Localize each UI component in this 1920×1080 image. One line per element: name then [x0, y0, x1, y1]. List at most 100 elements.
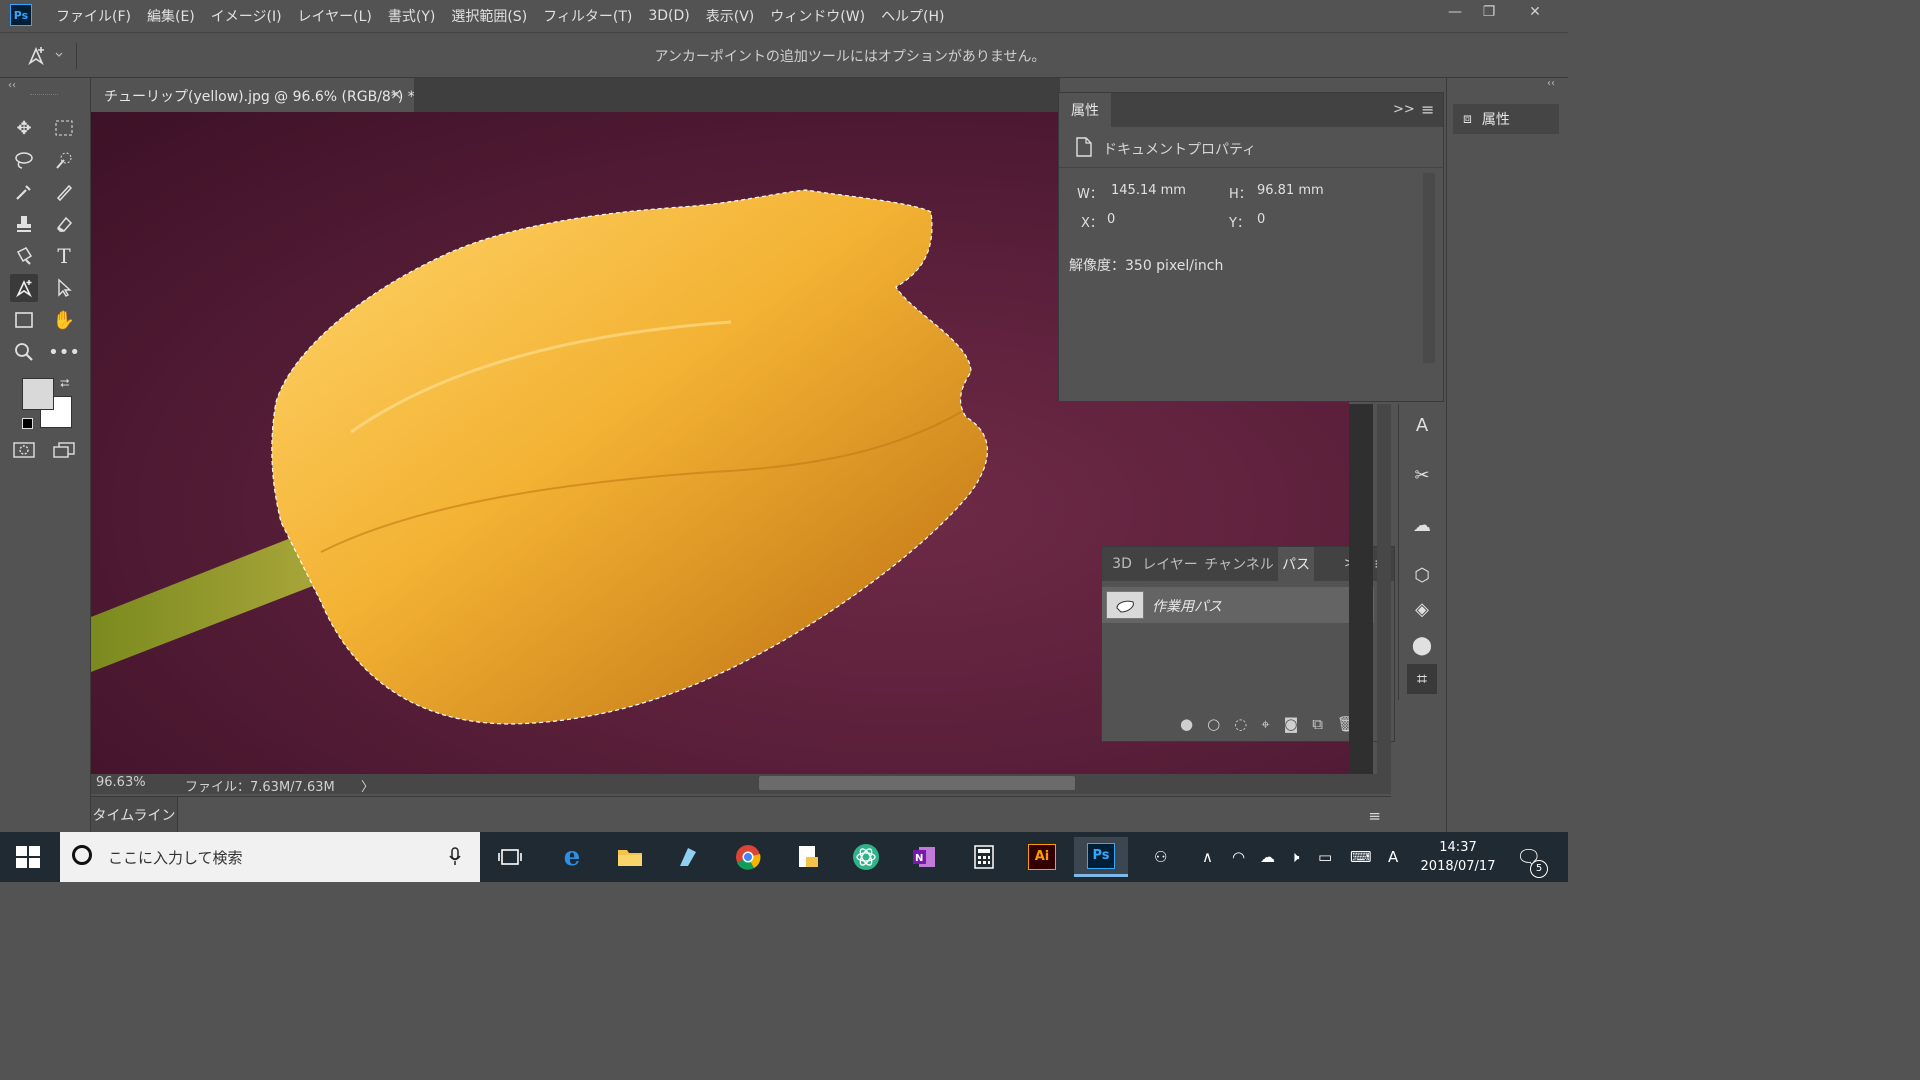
restore-button[interactable]: ❐ — [1472, 0, 1506, 26]
move-tool-icon[interactable]: ✥ — [10, 114, 38, 142]
edge-icon[interactable]: e — [548, 837, 596, 877]
character-panel-icon[interactable]: A — [1407, 410, 1437, 440]
photoshop-taskbar-icon[interactable]: Ps — [1074, 837, 1128, 877]
menu-type[interactable]: 書式(Y) — [380, 6, 443, 26]
keyboard-icon[interactable]: ⌨ — [1350, 832, 1372, 882]
path-name: 作業用パス — [1152, 599, 1222, 615]
menu-3d[interactable]: 3D(D) — [640, 8, 697, 24]
quick-selection-tool-icon[interactable] — [50, 146, 78, 174]
menu-view[interactable]: 表示(V) — [698, 6, 763, 26]
menu-select[interactable]: 選択範囲(S) — [443, 6, 535, 26]
width-value[interactable]: 145.14 mm — [1111, 183, 1186, 198]
type-tool-icon[interactable]: T — [50, 242, 78, 270]
eyedropper-tool-icon[interactable] — [10, 178, 38, 206]
new-path-icon[interactable]: ⧉ — [1312, 715, 1323, 733]
microphone-icon[interactable] — [448, 847, 462, 867]
height-value[interactable]: 96.81 mm — [1257, 183, 1324, 198]
menu-window[interactable]: ウィンドウ(W) — [762, 6, 873, 26]
load-selection-icon[interactable]: ◌ — [1234, 715, 1247, 733]
menu-filter[interactable]: フィルター(T) — [535, 6, 640, 26]
3d-panel-icon[interactable]: ⬡ — [1407, 560, 1437, 590]
quick-mask-icon[interactable] — [10, 436, 38, 464]
menu-help[interactable]: ヘルプ(H) — [873, 6, 952, 26]
minimize-button[interactable]: — — [1438, 0, 1472, 26]
path-selection-tool-icon[interactable] — [50, 274, 78, 302]
zoom-readout[interactable]: 96.63% — [96, 775, 146, 790]
atom-icon[interactable] — [842, 837, 890, 877]
tab-layers[interactable]: レイヤー — [1142, 547, 1198, 581]
show-hidden-icons[interactable]: ∧ — [1202, 832, 1213, 882]
vertical-scrollbar[interactable] — [1377, 404, 1391, 774]
horizontal-scrollbar-thumb[interactable] — [759, 776, 1075, 790]
tools-grip[interactable] — [30, 94, 58, 97]
default-colors-icon[interactable] — [22, 418, 33, 429]
collapse-tools-icon[interactable]: ‹‹ — [8, 80, 16, 91]
tab-3d[interactable]: 3D — [1106, 547, 1138, 581]
hand-tool-icon[interactable]: ✋ — [50, 306, 78, 334]
properties-dock-button[interactable]: ⧈ 属性 — [1453, 104, 1559, 134]
ime-indicator[interactable]: A — [1388, 832, 1398, 882]
close-button[interactable]: ✕ — [1518, 0, 1552, 26]
path-list-item[interactable]: 作業用パス — [1102, 587, 1374, 623]
network-icon[interactable]: ◠ — [1232, 832, 1245, 882]
paths-panel-icon[interactable]: ⌗ — [1407, 664, 1437, 694]
layers-panel-icon[interactable]: ◈ — [1407, 594, 1437, 624]
menu-layer[interactable]: レイヤー(L) — [290, 6, 380, 26]
menu-edit[interactable]: 編集(E) — [139, 6, 203, 26]
volume-muted-icon[interactable]: 🕨 — [1290, 832, 1299, 882]
collapsed-panel-column: ‹‹ ⧈ 属性 — [1446, 78, 1569, 834]
tool-presets-icon[interactable]: ✂ — [1407, 460, 1437, 490]
battery-icon[interactable]: ▭ — [1318, 832, 1332, 882]
properties-scrollbar[interactable] — [1423, 173, 1435, 363]
illustrator-icon[interactable]: Ai — [1018, 837, 1066, 877]
notes-app-icon[interactable] — [664, 837, 712, 877]
panel-menu-icon[interactable]: ≡ — [1421, 100, 1434, 119]
file-manager-icon[interactable] — [784, 837, 832, 877]
make-path-icon[interactable]: ⌖ — [1261, 715, 1269, 733]
menu-image[interactable]: イメージ(I) — [203, 6, 290, 26]
onedrive-icon[interactable]: ☁ — [1260, 832, 1275, 882]
taskbar-search[interactable]: ここに入力して検索 — [60, 832, 480, 882]
more-tools-icon[interactable]: ••• — [48, 338, 80, 366]
calculator-icon[interactable] — [960, 837, 1008, 877]
screen-mode-icon[interactable] — [50, 436, 78, 464]
stamp-tool-icon[interactable] — [10, 210, 38, 238]
foreground-color-swatch[interactable] — [22, 378, 54, 410]
x-value[interactable]: 0 — [1107, 212, 1115, 227]
onenote-icon[interactable]: N — [900, 837, 948, 877]
action-center-icon[interactable]: 🗨 5 — [1516, 832, 1548, 882]
expand-panel-icon[interactable]: >> — [1393, 102, 1415, 117]
properties-panel: 属性 >> ≡ ドキュメントプロパティ W： 145.14 mm H： 96.8… — [1058, 92, 1444, 402]
tab-paths[interactable]: パス — [1278, 547, 1314, 581]
expand-dock-icon[interactable]: ‹‹ — [1547, 78, 1555, 89]
marquee-tool-icon[interactable] — [50, 114, 78, 142]
y-value[interactable]: 0 — [1257, 212, 1265, 227]
file-explorer-icon[interactable] — [606, 837, 654, 877]
swap-colors-icon[interactable]: ⮂ — [60, 376, 70, 391]
taskbar-clock[interactable]: 14:37 2018/07/17 — [1410, 838, 1506, 876]
tab-channels[interactable]: チャンネル — [1204, 547, 1274, 581]
people-icon[interactable]: ⚇ — [1154, 832, 1167, 882]
status-menu-arrow[interactable]: 〉 — [361, 776, 374, 795]
zoom-tool-icon[interactable] — [10, 338, 38, 366]
tab-properties[interactable]: 属性 — [1059, 93, 1111, 127]
timeline-menu-icon[interactable]: ≡ — [1368, 807, 1381, 825]
libraries-icon[interactable]: ☁ — [1407, 510, 1437, 540]
document-tab[interactable]: チューリップ(yellow).jpg @ 96.6% (RGB/8*) * × — [92, 78, 415, 112]
brush-tool-icon[interactable] — [50, 178, 78, 206]
fill-path-icon[interactable]: ● — [1180, 715, 1193, 733]
timeline-tab[interactable]: タイムライン — [91, 797, 178, 833]
gradient-tool-icon[interactable] — [10, 242, 38, 270]
task-view-icon[interactable] — [486, 837, 534, 877]
add-mask-icon[interactable]: ◙ — [1284, 715, 1299, 733]
eraser-tool-icon[interactable] — [50, 210, 78, 238]
menu-file[interactable]: ファイル(F) — [48, 6, 139, 26]
rectangle-tool-icon[interactable] — [10, 306, 38, 334]
stroke-path-icon[interactable]: ○ — [1207, 715, 1220, 733]
close-document-icon[interactable]: × — [390, 85, 403, 103]
start-button[interactable] — [16, 846, 40, 868]
lasso-tool-icon[interactable] — [10, 146, 38, 174]
pen-tool-icon[interactable] — [10, 274, 38, 302]
channels-panel-icon[interactable]: ⬤ — [1407, 630, 1437, 660]
chrome-icon[interactable] — [724, 837, 772, 877]
